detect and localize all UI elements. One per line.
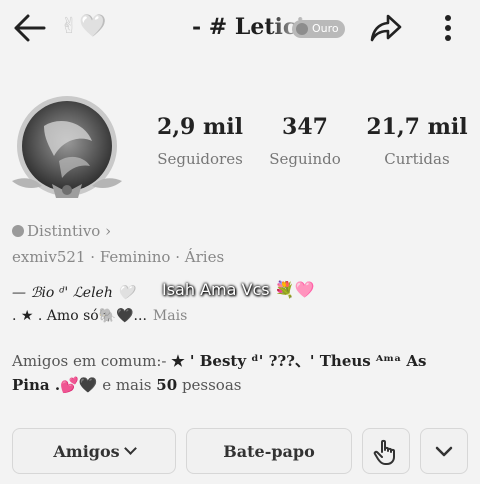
stat-following[interactable]: 347 Seguindo: [260, 114, 350, 168]
distinctive-label: Distintivo ›: [27, 222, 112, 240]
top-bar: ✌🤍 - # Letici Ouro: [0, 0, 480, 58]
stat-label: Seguidores: [157, 150, 243, 168]
stat-followers[interactable]: 2,9 mil Seguidores: [140, 114, 260, 168]
avatar-frame-icon: [12, 96, 122, 198]
friends-button[interactable]: Amigos: [12, 428, 176, 474]
interact-button[interactable]: [362, 428, 410, 474]
chevron-down-icon: [435, 446, 453, 457]
friends-button-label: Amigos: [53, 442, 120, 461]
badge-dot-icon: [296, 23, 308, 35]
distinctive-link[interactable]: Distintivo ›: [12, 222, 111, 240]
meta-separator: ·: [90, 248, 96, 266]
zodiac-sign: Áries: [184, 248, 225, 266]
bio-line-1: — ℬio ᵈ' ℒeleh 🤍: [12, 285, 135, 301]
more-vertical-icon: [445, 15, 451, 41]
username: exmiv521: [12, 248, 86, 266]
shield-dot-icon: [12, 225, 24, 237]
chat-button[interactable]: Bate-papo: [186, 428, 352, 474]
back-arrow-icon: [14, 14, 46, 42]
bio-line-2: . ★ . Amo só🐘🖤... Mais: [12, 308, 187, 324]
gender: Feminino: [99, 248, 171, 266]
stat-value: 2,9 mil: [157, 114, 243, 140]
meta-separator: ·: [175, 248, 181, 266]
expand-button[interactable]: [420, 428, 468, 474]
caption-emoji: 💐🩷: [274, 280, 315, 299]
mutual-friends-count: 50: [156, 376, 178, 394]
decorative-emojis: ✌🤍: [60, 14, 108, 39]
status-badge: Ouro: [292, 20, 345, 38]
chat-button-label: Bate-papo: [223, 442, 315, 461]
stat-label: Curtidas: [384, 150, 450, 168]
chevron-down-icon: [123, 442, 137, 455]
overlay-caption: Isah Ama Vcs 💐🩷: [162, 280, 315, 299]
caption-text: Isah Ama Vcs: [162, 280, 270, 299]
avatar[interactable]: [4, 86, 130, 208]
share-button[interactable]: [368, 10, 404, 46]
back-button[interactable]: [10, 11, 48, 45]
share-icon: [370, 14, 402, 42]
mutual-friends-line-2[interactable]: Pina .💕🖤 e mais 50 pessoas: [12, 376, 241, 394]
stat-value: 21,7 mil: [366, 114, 468, 140]
bio-line-2-text: . ★ . Amo só🐘🖤...: [12, 308, 147, 324]
mutual-friends-names: ★ ' Besty ᵈ' ???、' Theus ᴬᵐᵃ As: [171, 352, 427, 370]
profile-stats: 2,9 mil Seguidores 347 Seguindo 21,7 mil…: [140, 114, 470, 184]
stat-value: 347: [282, 114, 328, 140]
more-options-button[interactable]: [436, 10, 460, 46]
mutual-friends-tail: pessoas: [181, 376, 242, 394]
stat-label: Seguindo: [269, 150, 341, 168]
mutual-friends-suffix: e mais: [102, 376, 152, 394]
hand-pointer-icon: [373, 439, 395, 465]
mutual-friends-prefix: Amigos em comum:-: [12, 352, 167, 370]
mutual-friends-line-1[interactable]: Amigos em comum:- ★ ' Besty ᵈ' ???、' The…: [12, 350, 427, 371]
more-link[interactable]: Mais: [153, 308, 187, 324]
stat-likes[interactable]: 21,7 mil Curtidas: [364, 114, 470, 168]
mutual-friends-names-2: Pina .💕🖤: [12, 376, 98, 394]
badge-label: Ouro: [312, 22, 339, 35]
profile-meta: exmiv521 · Feminino · Áries: [12, 248, 224, 266]
